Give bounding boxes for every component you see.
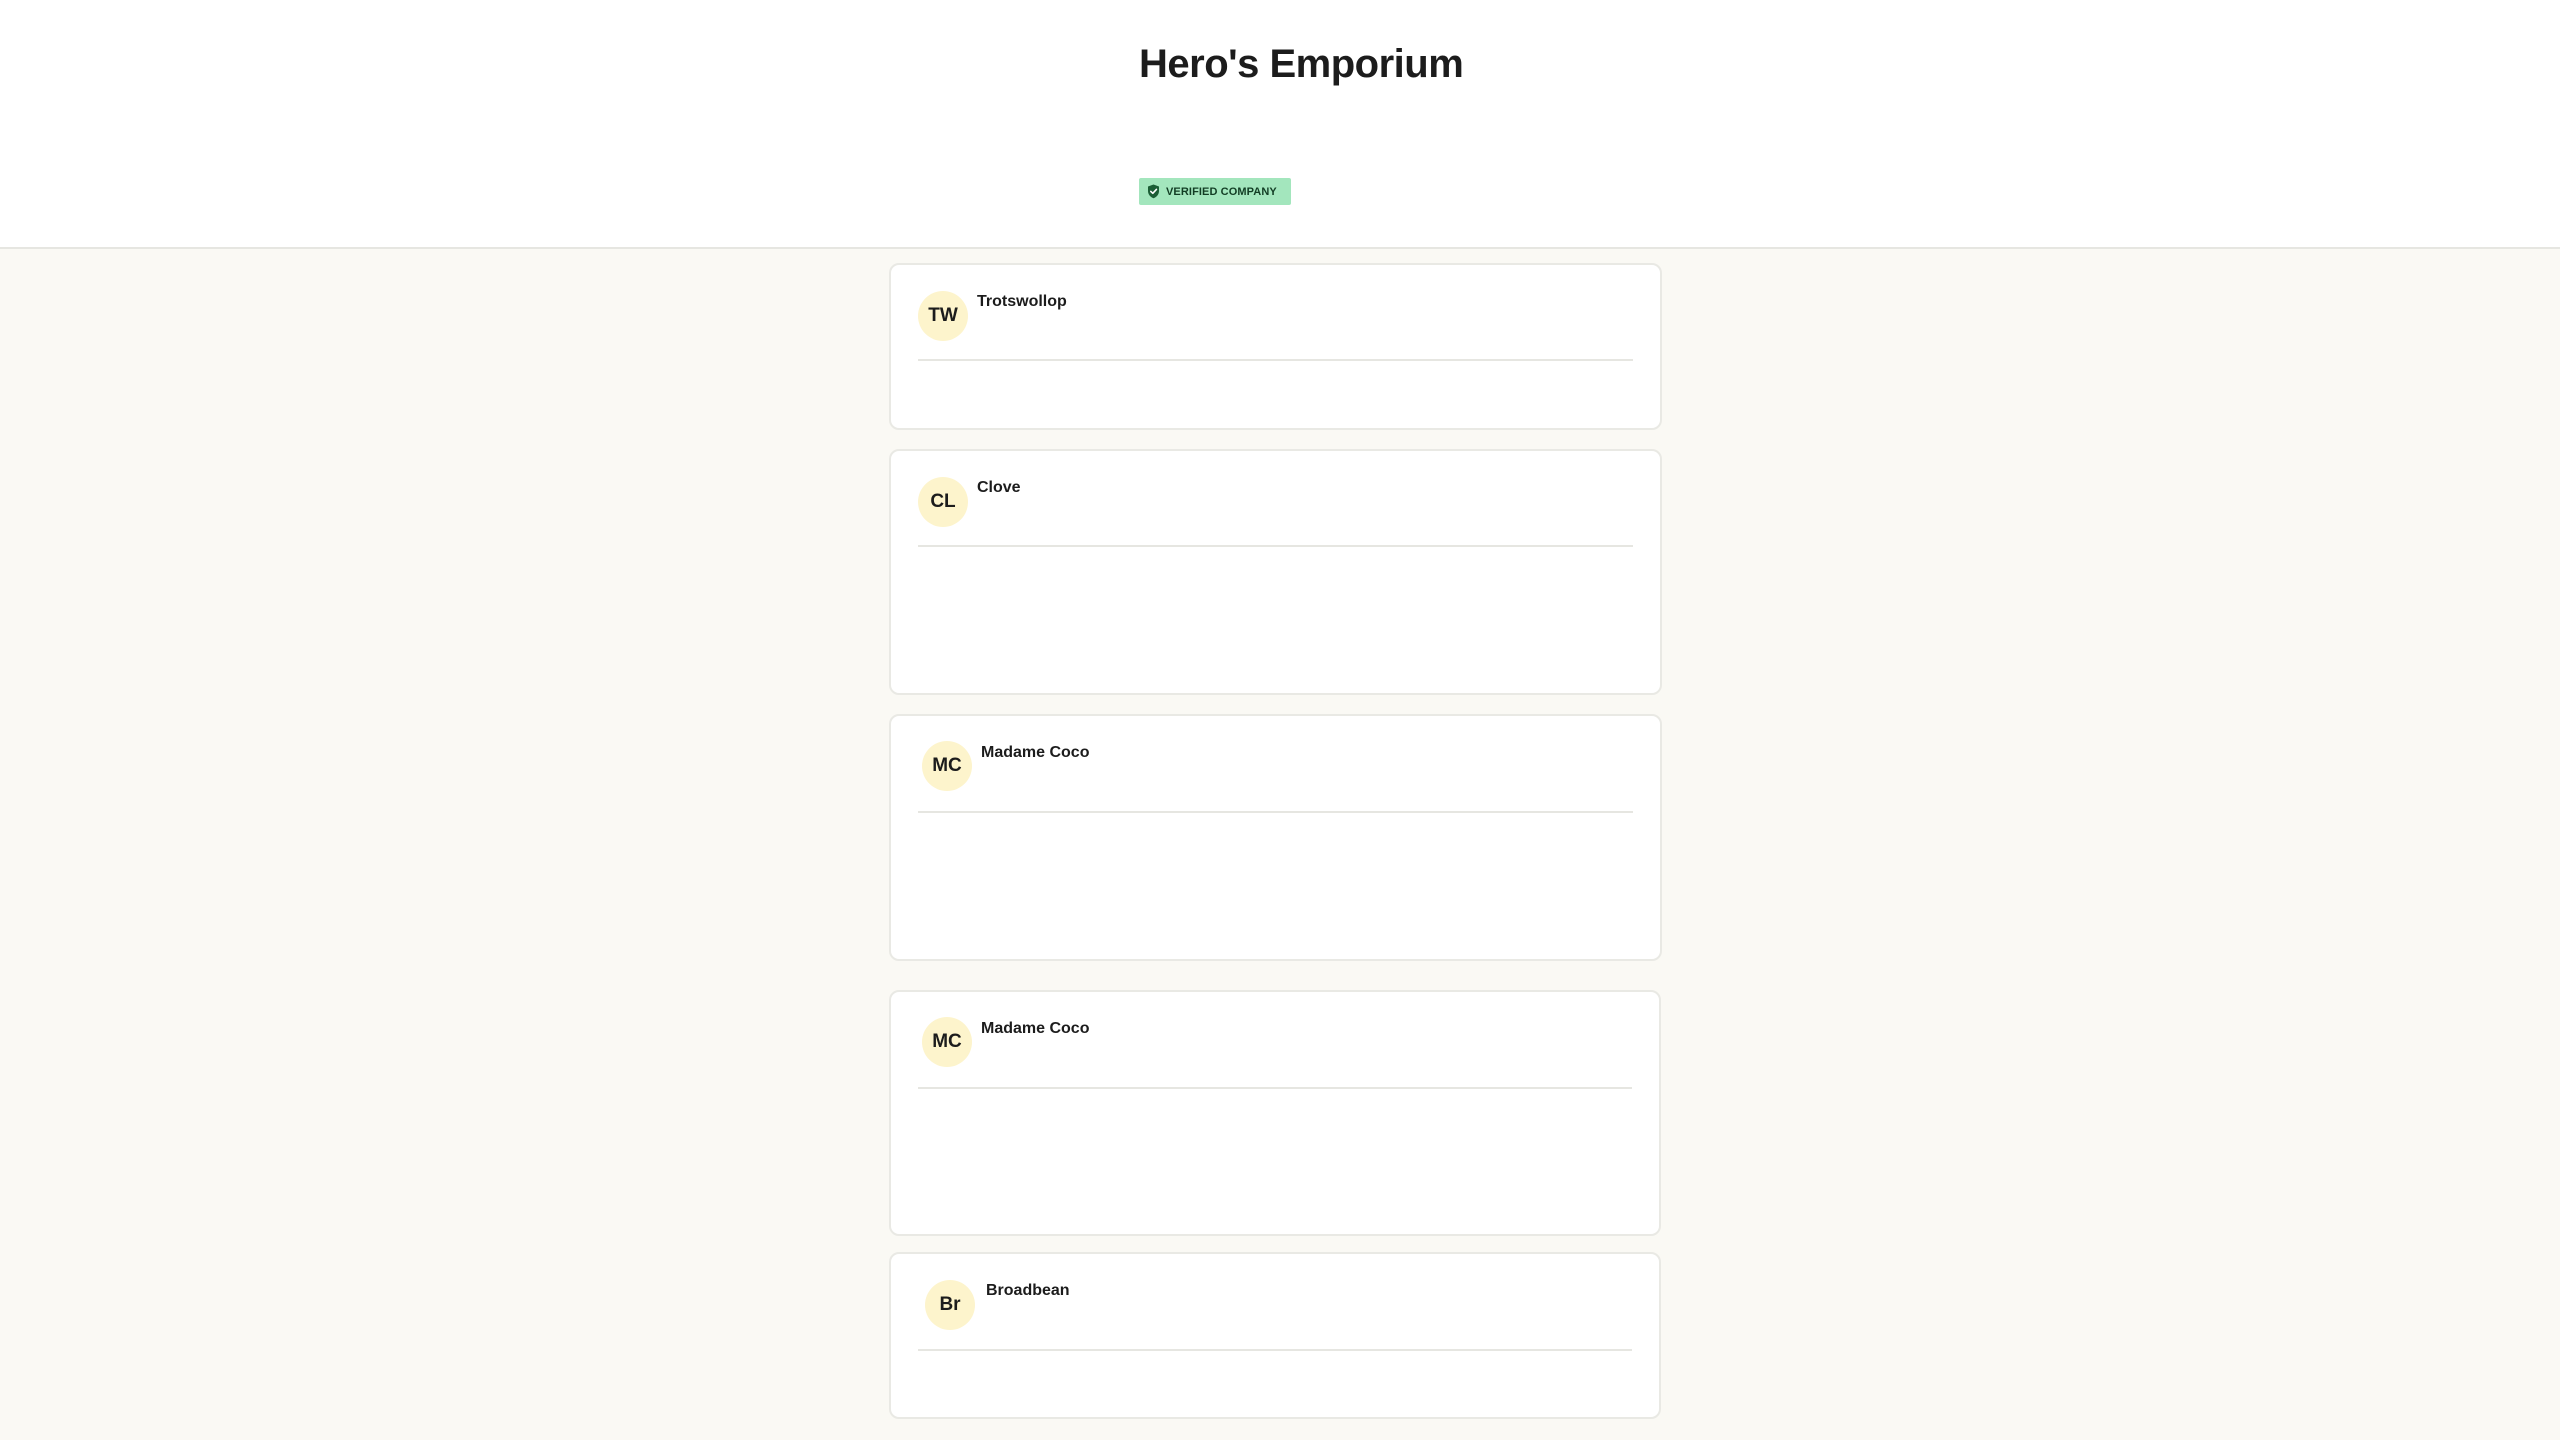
review-card: CL Clove	[889, 449, 1662, 695]
reviewer-name[interactable]: Madame Coco	[981, 744, 1089, 762]
reviewer-avatar: CL	[918, 477, 968, 527]
reviewer-name[interactable]: Madame Coco	[981, 1020, 1089, 1038]
review-card: TW Trotswollop	[889, 263, 1662, 430]
reviewer-name[interactable]: Broadbean	[986, 1282, 1070, 1300]
reviewer-avatar: Br	[925, 1280, 975, 1330]
reviewer-name[interactable]: Trotswollop	[977, 293, 1067, 311]
card-divider	[918, 1349, 1632, 1351]
review-card: MC Madame Coco	[889, 990, 1661, 1236]
review-card: MC Madame Coco	[889, 714, 1662, 961]
verified-badge: VERIFIED COMPANY	[1139, 178, 1291, 205]
company-header: Hero's Emporium VERIFIED COMPANY	[0, 0, 2560, 249]
verified-badge-label: VERIFIED COMPANY	[1166, 185, 1277, 198]
reviewer-avatar: MC	[922, 1017, 972, 1067]
card-divider	[918, 1087, 1632, 1089]
shield-check-icon	[1148, 184, 1159, 199]
reviewer-avatar: MC	[922, 741, 972, 791]
card-divider	[918, 359, 1633, 361]
card-divider	[918, 545, 1633, 547]
review-card: Br Broadbean	[889, 1252, 1661, 1419]
card-divider	[918, 811, 1633, 813]
company-name: Hero's Emporium	[1139, 42, 1464, 86]
reviewer-avatar: TW	[918, 291, 968, 341]
reviewer-name[interactable]: Clove	[977, 479, 1021, 497]
